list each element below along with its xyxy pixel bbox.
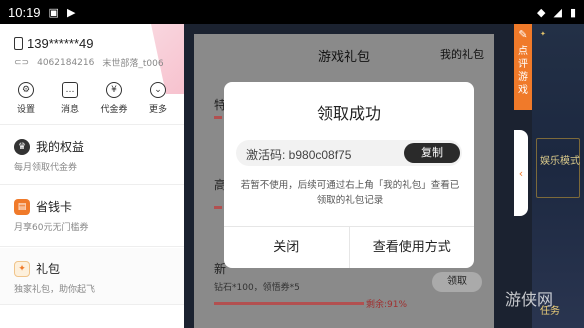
sidebar-item-title: 礼包 [36,262,61,276]
divider [0,184,184,185]
message-icon: … [62,82,78,98]
gift-progress [214,302,364,305]
sidebar-item-title: 我的权益 [36,140,85,154]
divider [0,304,184,305]
user-id: 4062184216 [37,57,95,68]
review-game-label: 点评游戏 [518,46,528,96]
dialog-title: 领取成功 [316,104,381,123]
coupon-icon: ¥ [106,82,122,98]
gift-icon: ✦ [14,260,30,277]
gift-progress [214,116,222,119]
divider [0,246,184,247]
divider [0,124,184,125]
quick-action-label: 更多 [148,105,167,115]
phone-icon [14,37,23,50]
link-icon: ⊂⊃ [14,57,30,68]
quick-action-label: 设置 [16,105,35,115]
collapse-handle[interactable]: ‹ [514,130,528,216]
user-phone-number: 139******49 [27,36,94,51]
battery-icon: ▮ [569,5,576,19]
activation-code-box: 激活码: b980c08f75 复制 [236,140,462,166]
user-meta: ⊂⊃ 4062184216 末世部落_t006 [14,56,164,70]
status-bar: 10:19 ▣ ▶ ◆ ◢ ▮ [0,0,584,24]
user-sidebar: 139******49 ⊂⊃ 4062184216 末世部落_t006 ⚙ 设置… [0,24,184,328]
media-icon: ▶ [66,5,76,19]
gear-icon: ⚙ [18,82,34,98]
quick-action-messages[interactable]: … 消息 [50,82,90,115]
signal-icon: ◢ [553,5,562,19]
claim-button[interactable]: 领取 [432,272,482,292]
crown-icon: ♛ [14,138,30,155]
quick-action-label: 消息 [60,105,79,115]
user-tribe: 末世部落_t006 [102,59,164,69]
quick-action-label: 代金券 [100,105,128,115]
my-gifts-link[interactable]: 我的礼包 [440,46,484,62]
sidebar-item-subtitle: 每月领取代金券 [14,163,78,173]
pencil-icon: ✎ [518,28,528,41]
quick-action-coupons[interactable]: ¥ 代金券 [94,82,134,115]
game-bg-decoration: ✦ [540,30,546,38]
game-mode-frame [536,138,580,198]
quick-action-more[interactable]: ⌄ 更多 [138,82,178,115]
watermark: 游侠网 [505,290,554,309]
view-usage-button[interactable]: 查看使用方式 [348,227,475,268]
card-icon: ▤ [14,198,30,215]
user-phone[interactable]: 139******49 [14,36,94,51]
chevron-down-icon: ⌄ [150,82,166,98]
sidebar-item-savings-card[interactable]: ▤ 省钱卡 月享60元无门槛券 [14,198,174,233]
sidebar-item-benefits[interactable]: ♛ 我的权益 每月领取代金券 [14,138,174,173]
wifi-icon: ◆ [537,5,546,19]
status-time: 10:19 [8,4,41,20]
notification-icon: ▣ [48,5,59,19]
dialog-note: 若暂不使用，后续可通过右上角「我的礼包」查看已领取的礼包记录 [240,180,460,206]
sidebar-item-subtitle: 月享60元无门槛券 [14,223,89,233]
sidebar-item-title: 省钱卡 [36,200,73,214]
quick-actions: ⚙ 设置 … 消息 ¥ 代金券 ⌄ 更多 [0,82,184,115]
close-button[interactable]: 关闭 [224,227,349,268]
claim-success-dialog: 领取成功 激活码: b980c08f75 复制 若暂不使用，后续可通过右上角「我… [224,82,474,268]
quick-action-settings[interactable]: ⚙ 设置 [6,82,46,115]
game-mode-label: 娱乐模式 [540,156,580,167]
dialog-footer: 关闭 查看使用方式 [224,226,474,268]
sidebar-item-gifts[interactable]: ✦ 礼包 独家礼包，助你起飞 [14,260,174,295]
activation-code: 激活码: b980c08f75 [246,148,352,162]
gift-remaining: 剩余:91% [366,300,408,310]
review-game-tab[interactable]: ✎ 点评游戏 [514,24,532,110]
copy-button[interactable]: 复制 [404,143,460,163]
gift-desc: 钻石*100，领悟券*5 [214,283,300,293]
gift-progress [214,206,222,209]
chevron-left-icon: ‹ [518,166,524,180]
sidebar-item-subtitle: 独家礼包，助你起飞 [14,285,96,295]
